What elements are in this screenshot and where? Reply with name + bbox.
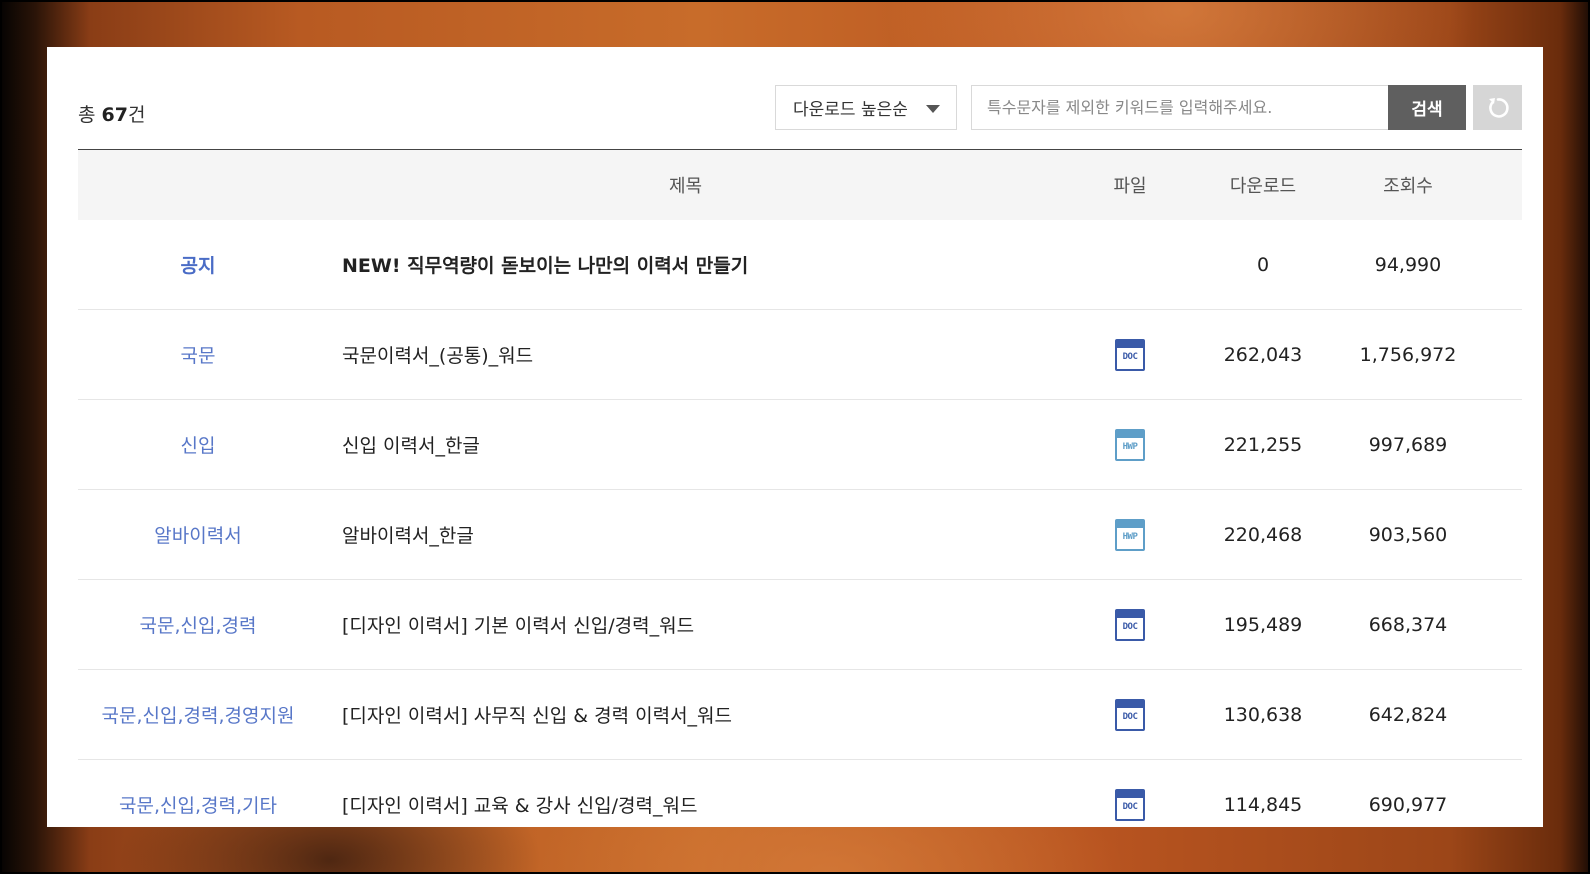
doc-file-icon: DOC [1115, 698, 1145, 731]
row-downloads: 220,468 [1223, 523, 1303, 546]
caret-down-icon [926, 105, 940, 113]
file-type-label: DOC [1122, 621, 1138, 632]
template-table: 제목 파일 다운로드 조회수 공지 NEW! 직무역량이 돋보이는 나만의 이력… [78, 149, 1522, 827]
row-downloads: 262,043 [1223, 343, 1303, 366]
row-views: 903,560 [1368, 523, 1448, 546]
row-views: 1,756,972 [1359, 343, 1457, 366]
row-views: 997,689 [1368, 433, 1448, 456]
search-button[interactable]: 검색 [1388, 85, 1466, 130]
refresh-icon [1488, 97, 1509, 118]
row-category[interactable]: 국문,신입,경력,기타 [78, 760, 318, 827]
table-row[interactable]: 국문 국문이력서_(공통)_워드 DOC 262,043 1,756,972 [78, 310, 1522, 400]
file-download-button[interactable]: DOC [1088, 670, 1172, 759]
table-row[interactable]: 신입 신입 이력서_한글 HWP 221,255 997,689 [78, 400, 1522, 490]
total-count-prefix: 총 [78, 104, 102, 126]
reset-button[interactable] [1473, 85, 1522, 130]
row-title-link[interactable]: [디자인 이력서] 사무직 신입 & 경력 이력서_워드 [342, 670, 1102, 759]
row-downloads: 114,845 [1223, 793, 1303, 816]
row-category[interactable]: 국문 [78, 310, 318, 399]
header-downloads: 다운로드 [1229, 176, 1297, 197]
row-title-link[interactable]: [디자인 이력서] 교육 & 강사 신입/경력_워드 [342, 760, 1102, 827]
file-type-label: DOC [1122, 711, 1138, 722]
total-count-number: 67 [101, 104, 128, 126]
row-category[interactable]: 국문,신입,경력,경영지원 [78, 670, 318, 759]
file-type-label: HWP [1122, 441, 1138, 452]
table-row[interactable]: 국문,신입,경력,경영지원 [디자인 이력서] 사무직 신입 & 경력 이력서_… [78, 670, 1522, 760]
file-download-button[interactable]: DOC [1088, 310, 1172, 399]
file-download-button[interactable]: DOC [1088, 760, 1172, 827]
doc-file-icon: DOC [1115, 788, 1145, 821]
notice-title-link[interactable]: NEW! 직무역량이 돋보이는 나만의 이력서 만들기 [342, 220, 1102, 309]
file-download-button[interactable]: HWP [1088, 400, 1172, 489]
header-title: 제목 [668, 176, 703, 197]
row-title-link[interactable]: 국문이력서_(공통)_워드 [342, 310, 1102, 399]
hwp-file-icon: HWP [1115, 518, 1145, 551]
table-header: 제목 파일 다운로드 조회수 [78, 149, 1522, 220]
file-type-label: HWP [1122, 531, 1138, 542]
total-count-suffix: 건 [127, 104, 146, 126]
header-views: 조회수 [1383, 176, 1433, 197]
file-type-label: DOC [1122, 351, 1138, 362]
row-category[interactable]: 국문,신입,경력 [78, 580, 318, 669]
row-title-link[interactable]: [디자인 이력서] 기본 이력서 신입/경력_워드 [342, 580, 1102, 669]
row-title-link[interactable]: 신입 이력서_한글 [342, 400, 1102, 489]
sort-selected-label: 다운로드 높은순 [793, 100, 908, 120]
row-category[interactable]: 신입 [78, 400, 318, 489]
header-file: 파일 [1113, 176, 1147, 197]
notice-row[interactable]: 공지 NEW! 직무역량이 돋보이는 나만의 이력서 만들기 0 94,990 [78, 220, 1522, 310]
file-download-button[interactable]: HWP [1088, 490, 1172, 579]
search-input[interactable] [971, 85, 1388, 130]
notice-category: 공지 [180, 255, 216, 277]
hwp-file-icon: HWP [1115, 428, 1145, 461]
sort-dropdown[interactable]: 다운로드 높은순 [775, 85, 957, 130]
row-views: 642,824 [1368, 703, 1448, 726]
doc-file-icon: DOC [1115, 338, 1145, 371]
row-views: 690,977 [1368, 793, 1448, 816]
notice-views: 94,990 [1374, 253, 1442, 276]
table-row[interactable]: 알바이력서 알바이력서_한글 HWP 220,468 903,560 [78, 490, 1522, 580]
table-row[interactable]: 국문,신입,경력,기타 [디자인 이력서] 교육 & 강사 신입/경력_워드 D… [78, 760, 1522, 827]
row-title-link[interactable]: 알바이력서_한글 [342, 490, 1102, 579]
table-row[interactable]: 국문,신입,경력 [디자인 이력서] 기본 이력서 신입/경력_워드 DOC 1… [78, 580, 1522, 670]
file-download-button[interactable]: DOC [1088, 580, 1172, 669]
notice-downloads: 0 [1256, 253, 1270, 276]
row-downloads: 195,489 [1223, 613, 1303, 636]
total-count: 총 67건 [78, 100, 145, 127]
resume-template-panel: 총 67건 다운로드 높은순 검색 제목 파일 다운로드 조회수 공지 NEW!… [47, 47, 1543, 827]
row-views: 668,374 [1368, 613, 1448, 636]
doc-file-icon: DOC [1115, 608, 1145, 641]
row-downloads: 221,255 [1223, 433, 1303, 456]
row-downloads: 130,638 [1223, 703, 1303, 726]
row-category[interactable]: 알바이력서 [78, 490, 318, 579]
file-type-label: DOC [1122, 801, 1138, 812]
